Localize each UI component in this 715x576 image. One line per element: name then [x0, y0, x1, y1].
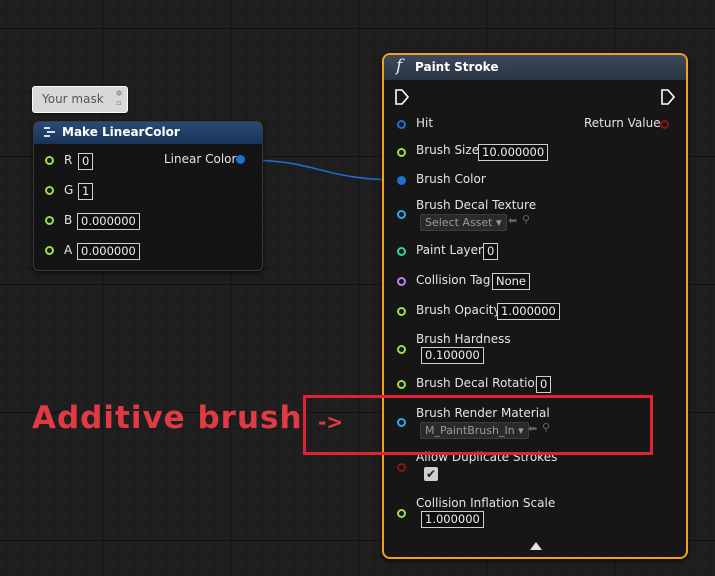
exec-input-pin[interactable]: [395, 89, 409, 105]
linear-color-output-pin[interactable]: [236, 155, 245, 164]
b-label: B: [64, 213, 73, 227]
linear-color-label: Linear Color: [164, 152, 237, 166]
a-label: A: [64, 243, 73, 257]
collapse-advanced-arrow-icon[interactable]: [530, 542, 542, 550]
paint-layer-pin[interactable]: [397, 247, 406, 256]
node-title: Make LinearColor: [62, 125, 180, 139]
function-icon: f: [396, 56, 403, 76]
brush-opacity-label: Brush Opacity: [416, 303, 501, 317]
r-input-pin[interactable]: [45, 156, 54, 165]
collision-tag-field[interactable]: None: [492, 273, 531, 290]
collision-tag-label: Collision Tag: [416, 273, 491, 287]
a-input-pin[interactable]: [45, 246, 54, 255]
r-value-field[interactable]: 0: [78, 153, 94, 170]
brush-decal-texture-asset-picker[interactable]: Select Asset ▾: [420, 214, 507, 231]
g-value-field[interactable]: 1: [78, 183, 94, 200]
node-header: Make LinearColor: [34, 122, 262, 144]
struct-make-icon: [44, 127, 55, 137]
brush-decal-texture-pin[interactable]: [397, 210, 406, 219]
paint-layer-label: Paint Layer: [416, 243, 483, 257]
asset-picker-text: Select Asset: [425, 216, 493, 229]
collision-inflation-scale-pin[interactable]: [397, 509, 406, 518]
collision-tag-pin[interactable]: [397, 277, 406, 286]
brush-opacity-pin[interactable]: [397, 307, 406, 316]
r-label: R: [64, 153, 73, 167]
hit-pin[interactable]: [397, 120, 406, 129]
brush-hardness-label: Brush Hardness: [416, 332, 511, 346]
allow-duplicate-strokes-checkbox[interactable]: ✔: [424, 467, 438, 481]
brush-decal-rotation-pin[interactable]: [397, 380, 406, 389]
brush-size-pin[interactable]: [397, 148, 406, 157]
collision-inflation-scale-label: Collision Inflation Scale: [416, 496, 556, 510]
collision-inflation-scale-field[interactable]: 1.000000: [421, 511, 484, 528]
brush-decal-texture-label: Brush Decal Texture: [416, 198, 537, 212]
b-input-pin[interactable]: [45, 216, 54, 225]
brush-size-label: Brush Size: [416, 143, 480, 157]
brush-color-label: Brush Color: [416, 172, 486, 186]
annotation-text: Additive brush: [32, 400, 303, 436]
brush-hardness-pin[interactable]: [397, 345, 406, 354]
comment-bubble[interactable]: Your mask ✲ ▫: [32, 86, 128, 113]
browse-asset-icon[interactable]: ⚲: [522, 213, 530, 226]
brush-hardness-field[interactable]: 0.100000: [421, 347, 484, 364]
brush-opacity-field[interactable]: 1.000000: [497, 303, 560, 320]
allow-duplicate-strokes-pin[interactable]: [397, 463, 406, 472]
brush-decal-rotation-field[interactable]: 0: [536, 376, 552, 393]
a-value-field[interactable]: 0.000000: [77, 243, 140, 260]
pin-comment-icon[interactable]: ✲ ▫: [114, 89, 124, 107]
comment-text: Your mask: [42, 92, 104, 106]
exec-output-pin[interactable]: [661, 89, 675, 105]
hit-label: Hit: [416, 116, 434, 130]
return-value-pin[interactable]: [660, 120, 669, 129]
use-selected-asset-icon[interactable]: ⬅: [508, 214, 517, 227]
g-input-pin[interactable]: [45, 186, 54, 195]
brush-decal-rotation-label: Brush Decal Rotation: [416, 376, 543, 390]
annotation-highlight-box: [303, 395, 653, 455]
b-value-field[interactable]: 0.000000: [77, 213, 140, 230]
g-label: G: [64, 183, 74, 197]
node-title: Paint Stroke: [415, 60, 499, 74]
brush-color-pin[interactable]: [397, 176, 406, 185]
dropdown-arrow-icon: ▾: [496, 216, 502, 229]
node-header: f Paint Stroke: [384, 55, 686, 80]
return-value-label: Return Value: [584, 116, 661, 130]
paint-layer-field[interactable]: 0: [483, 243, 499, 260]
brush-size-field[interactable]: 10.000000: [478, 144, 549, 161]
